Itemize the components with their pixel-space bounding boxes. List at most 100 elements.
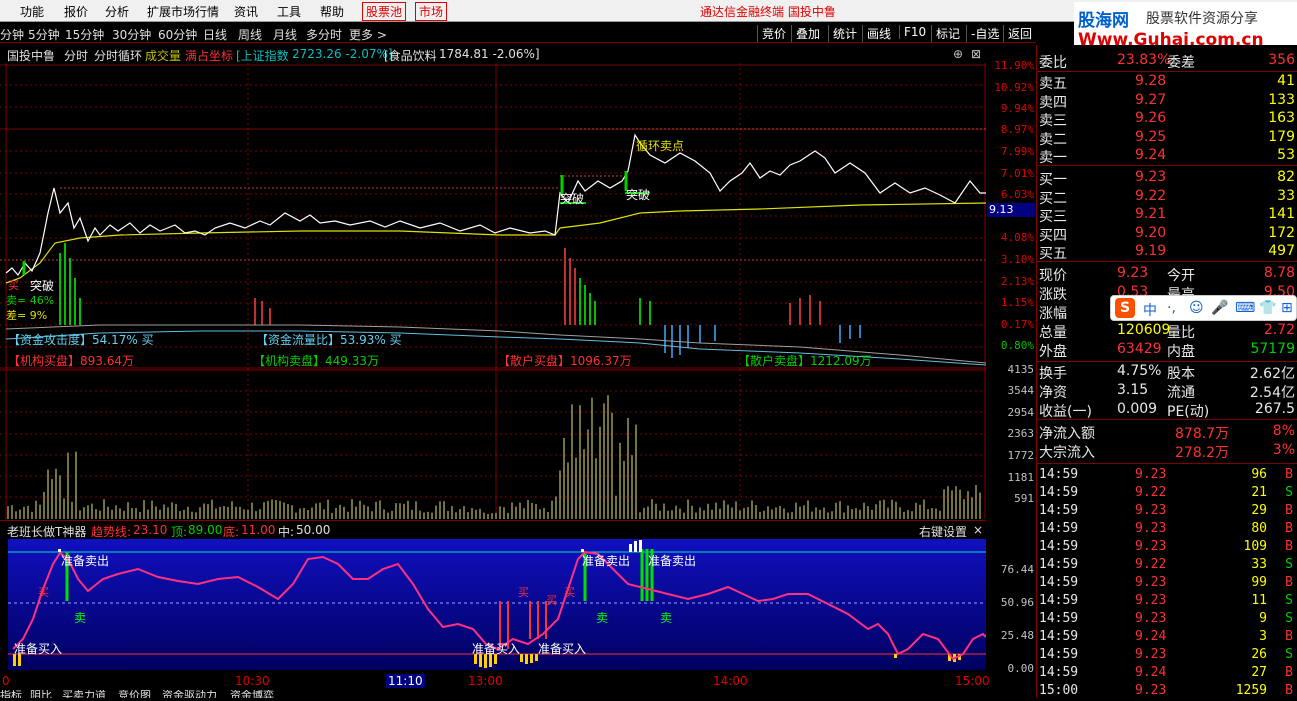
tick-row: 14:59 9.24 27 B xyxy=(1039,665,1295,683)
btn-auction[interactable]: 竞价 xyxy=(757,25,790,42)
ime-toolbar[interactable]: S 中 ·, ☺ 🎤 ⌨ 👕 ⊞ xyxy=(1110,295,1297,321)
menu-stock-pool[interactable]: 股票池 xyxy=(362,2,407,21)
axis-vol-1: 3544 xyxy=(1007,384,1035,397)
stat-value-2: 2.72 xyxy=(1263,322,1295,338)
bottom-tabs: 指标 阴比 买卖力道 竞价图 资金驱动力 资金博弈 xyxy=(0,690,986,698)
period-day[interactable]: 日线 xyxy=(203,26,227,43)
tab-indicator[interactable]: 指标 xyxy=(0,690,22,698)
tab-fund-game[interactable]: 资金博弈 xyxy=(230,690,274,698)
menu-tools[interactable]: 工具 xyxy=(277,3,301,20)
stat-label: 现价 xyxy=(1039,268,1067,284)
tick-row: 14:59 9.23 11 S xyxy=(1039,593,1295,611)
btn-draw[interactable]: 画线 xyxy=(862,25,895,42)
mode-cycle[interactable]: 分时循环 xyxy=(94,47,142,64)
tick-side: S xyxy=(1285,485,1293,500)
stat-row: 总量 120609 量比 2.72 xyxy=(1039,322,1295,341)
tick-row: 14:59 9.22 21 S xyxy=(1039,485,1295,503)
ime-keyboard-icon[interactable]: ⌨ xyxy=(1235,300,1255,316)
zoom-icon[interactable]: ⊕ xyxy=(953,47,963,61)
btn-stats[interactable]: 统计 xyxy=(828,25,861,42)
ask-label: 卖三 xyxy=(1039,113,1067,129)
tick-side: B xyxy=(1285,575,1293,590)
indicator-name[interactable]: 老班长做T神器 xyxy=(7,523,86,540)
ask-price: 9.28 xyxy=(1135,73,1167,89)
btn-mark[interactable]: 标记 xyxy=(931,25,964,42)
ime-skin-icon[interactable]: 👕 xyxy=(1259,300,1276,316)
indicator-close-icon[interactable]: × xyxy=(973,523,983,537)
tab-force[interactable]: 买卖力道 xyxy=(62,690,106,698)
bid-label: 买三 xyxy=(1039,209,1067,225)
ask-qty: 179 xyxy=(1268,128,1295,145)
menu-function[interactable]: 功能 xyxy=(20,3,44,20)
buy-sig-2: 买 xyxy=(518,586,529,599)
price-chart[interactable] xyxy=(0,63,986,369)
ime-chinese-icon[interactable]: 中 xyxy=(1143,300,1157,320)
stat2-label: 换手 xyxy=(1039,366,1067,382)
menu-extended-market[interactable]: 扩展市场行情 xyxy=(147,3,219,20)
ask-price: 9.24 xyxy=(1135,147,1167,163)
ask-row: 卖五 9.28 41 xyxy=(1039,73,1295,92)
period-60min[interactable]: 60分钟 xyxy=(158,26,197,43)
menu-help[interactable]: 帮助 xyxy=(320,3,344,20)
period-week[interactable]: 周线 xyxy=(238,26,262,43)
menu-info[interactable]: 资讯 xyxy=(234,3,258,20)
bid-label: 买四 xyxy=(1039,227,1067,244)
tick-volume: 96 xyxy=(1251,467,1267,482)
ask-row: 卖四 9.27 133 xyxy=(1039,92,1295,111)
right-click-settings[interactable]: 右键设置 xyxy=(919,523,967,540)
prep-buy-1: 准备买入 xyxy=(14,642,63,656)
tick-price: 9.22 xyxy=(1135,485,1167,500)
time-1400: 14:00 xyxy=(713,674,748,688)
volume-chart[interactable] xyxy=(0,369,986,519)
flow-pct: 8% xyxy=(1272,423,1295,439)
tick-row: 14:59 9.22 33 S xyxy=(1039,557,1295,575)
ime-emoji-icon[interactable]: ☺ xyxy=(1189,300,1204,316)
period-15min[interactable]: 15分钟 xyxy=(65,26,104,43)
buy-sig-1: 买 xyxy=(38,586,49,599)
ime-punct-icon[interactable]: ·, xyxy=(1167,300,1176,316)
period-5min[interactable]: 5分钟 xyxy=(28,26,60,43)
period-30min[interactable]: 30分钟 xyxy=(112,26,151,43)
tab-fund-drive[interactable]: 资金驱动力 xyxy=(162,690,217,698)
tick-row: 15:00 9.23 1259 B xyxy=(1039,683,1295,701)
bid-qty: 82 xyxy=(1277,169,1295,185)
tick-price: 9.24 xyxy=(1135,629,1167,644)
volume-toggle[interactable]: 成交量 xyxy=(145,47,181,64)
tick-price: 9.23 xyxy=(1135,647,1167,662)
period-1min[interactable]: 分钟 xyxy=(0,26,24,43)
menu-market[interactable]: 市场 xyxy=(415,2,448,21)
close-icon[interactable]: ⊠ xyxy=(971,47,981,61)
ime-voice-icon[interactable]: 🎤 xyxy=(1211,300,1228,316)
axis-vol-5: 1181 xyxy=(1007,471,1035,484)
bid-qty: 497 xyxy=(1268,243,1295,259)
full-coord[interactable]: 满占坐标 xyxy=(185,47,233,64)
broker-title: 通达信金融终端 国投中鲁 xyxy=(700,5,836,19)
mode-intraday[interactable]: 分时 xyxy=(64,47,88,64)
period-month[interactable]: 月线 xyxy=(273,26,297,43)
buy-sig-4: 买 xyxy=(564,586,575,599)
ask-price: 9.26 xyxy=(1135,110,1167,126)
period-more[interactable]: 更多 > xyxy=(349,26,387,43)
sogou-logo-icon[interactable]: S xyxy=(1115,298,1135,318)
btn-favorite[interactable]: -自选 xyxy=(966,25,1003,42)
weicha-value: 356 xyxy=(1268,52,1295,68)
logo-text-1: 股海网 xyxy=(1078,11,1129,31)
menu-analysis[interactable]: 分析 xyxy=(105,3,129,20)
axis-ind-3: 0.00 xyxy=(1007,662,1035,675)
stat-label: 总量 xyxy=(1039,325,1067,341)
right-axis: 11.90% 10.92% 9.94% 8.97% 7.99% 7.01% 6.… xyxy=(986,45,1036,695)
stat-label: 外盘 xyxy=(1039,344,1067,360)
ime-menu-icon[interactable]: ⊞ xyxy=(1281,300,1293,316)
btn-back[interactable]: 返回 xyxy=(1003,25,1036,42)
btn-f10[interactable]: F10 xyxy=(899,25,930,39)
tick-time: 14:59 xyxy=(1039,503,1079,518)
menu-quote[interactable]: 报价 xyxy=(64,3,88,20)
tab-ratio[interactable]: 阴比 xyxy=(30,690,52,698)
period-multi-intraday[interactable]: 多分时 xyxy=(306,26,342,43)
ask-row: 卖一 9.24 53 xyxy=(1039,147,1295,166)
bid-label: 买一 xyxy=(1039,172,1067,188)
btn-overlay[interactable]: 叠加 xyxy=(791,25,824,42)
time-axis: 0 10:30 11:10 13:00 14:00 15:00 xyxy=(0,672,990,690)
tab-auction[interactable]: 竞价图 xyxy=(118,690,151,698)
wei-label: 委比 xyxy=(1039,55,1067,71)
